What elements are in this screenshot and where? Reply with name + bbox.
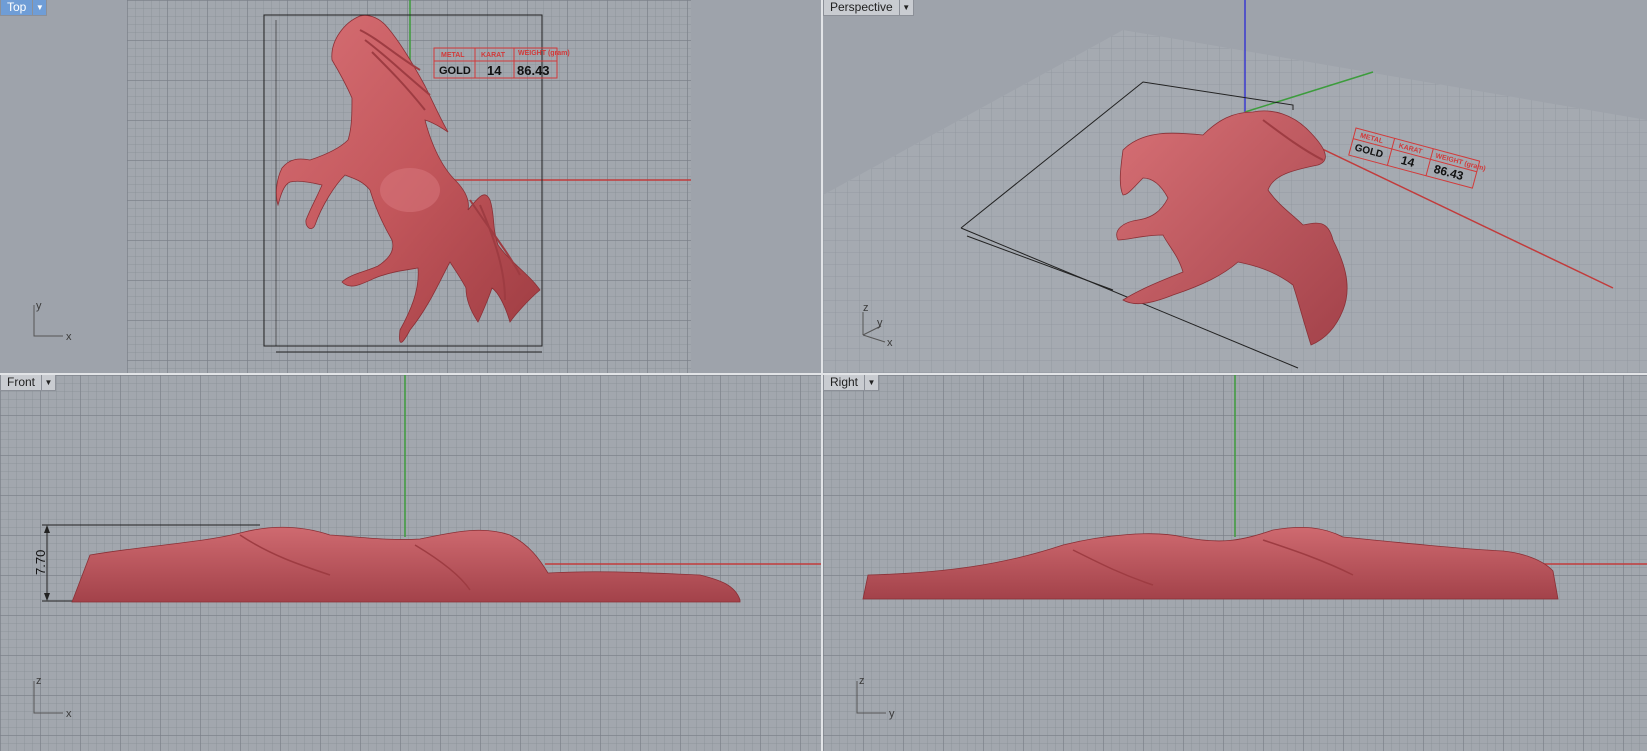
table-value-metal: GOLD xyxy=(439,65,471,77)
axis-z-label: z xyxy=(863,302,869,314)
viewport-title[interactable]: Perspective xyxy=(823,0,900,16)
viewport-tab-right[interactable]: Right ▼ xyxy=(823,375,880,391)
table-header-weight: WEIGHT (gram) xyxy=(518,50,570,57)
viewport-perspective[interactable]: Perspective ▼ METAL KARAT WEIGHT (gram) … xyxy=(823,0,1647,373)
axis-z-label: z xyxy=(859,675,865,687)
viewport-tab-front[interactable]: Front ▼ xyxy=(0,375,57,391)
table-header-metal: METAL xyxy=(441,52,465,59)
axis-y-label: y xyxy=(877,317,883,329)
chevron-down-icon[interactable]: ▼ xyxy=(42,375,57,391)
front-scene: 7.70 z x xyxy=(33,375,821,720)
axis-y-label: y xyxy=(889,708,895,720)
viewport-title[interactable]: Top xyxy=(0,0,34,16)
horse-model[interactable] xyxy=(862,526,1559,600)
viewport-front[interactable]: Front ▼ 7.70 z x xyxy=(0,375,821,751)
table-value-weight: 86.43 xyxy=(517,63,550,78)
viewport-title[interactable]: Right xyxy=(823,375,866,391)
viewport-tab-perspective[interactable]: Perspective ▼ xyxy=(823,0,914,16)
table-header-karat: KARAT xyxy=(481,52,506,59)
axis-widget: z y xyxy=(856,675,895,720)
top-scene: METAL KARAT WEIGHT (gram) GOLD 14 86.43 … xyxy=(33,0,691,353)
viewport-tab-top[interactable]: Top ▼ xyxy=(0,0,48,16)
axis-widget: y x xyxy=(33,300,72,343)
axis-x-label: x xyxy=(66,708,72,720)
chevron-down-icon[interactable]: ▼ xyxy=(865,375,880,391)
perspective-scene: METAL KARAT WEIGHT (gram) GOLD 14 86.43 … xyxy=(823,0,1647,373)
axis-x-label: x xyxy=(66,331,72,343)
chevron-down-icon[interactable]: ▼ xyxy=(899,0,914,16)
axis-x-label: x xyxy=(887,337,893,349)
axis-z-label: z xyxy=(36,675,42,687)
chevron-down-icon[interactable]: ▼ xyxy=(33,0,48,16)
right-scene: z y xyxy=(856,375,1647,720)
table-value-karat: 14 xyxy=(487,63,502,78)
height-dimension-label: 7.70 xyxy=(33,550,48,575)
axis-y-label: y xyxy=(36,300,42,312)
axis-widget: z x xyxy=(33,675,72,720)
info-table: METAL KARAT WEIGHT (gram) GOLD 14 86.43 xyxy=(433,47,570,79)
viewport-top[interactable]: Top ▼ METAL KARAT WEIGHT (gram) GOLD 14 … xyxy=(0,0,821,373)
viewport-right[interactable]: Right ▼ z y xyxy=(823,375,1647,751)
viewport-title[interactable]: Front xyxy=(0,375,43,391)
